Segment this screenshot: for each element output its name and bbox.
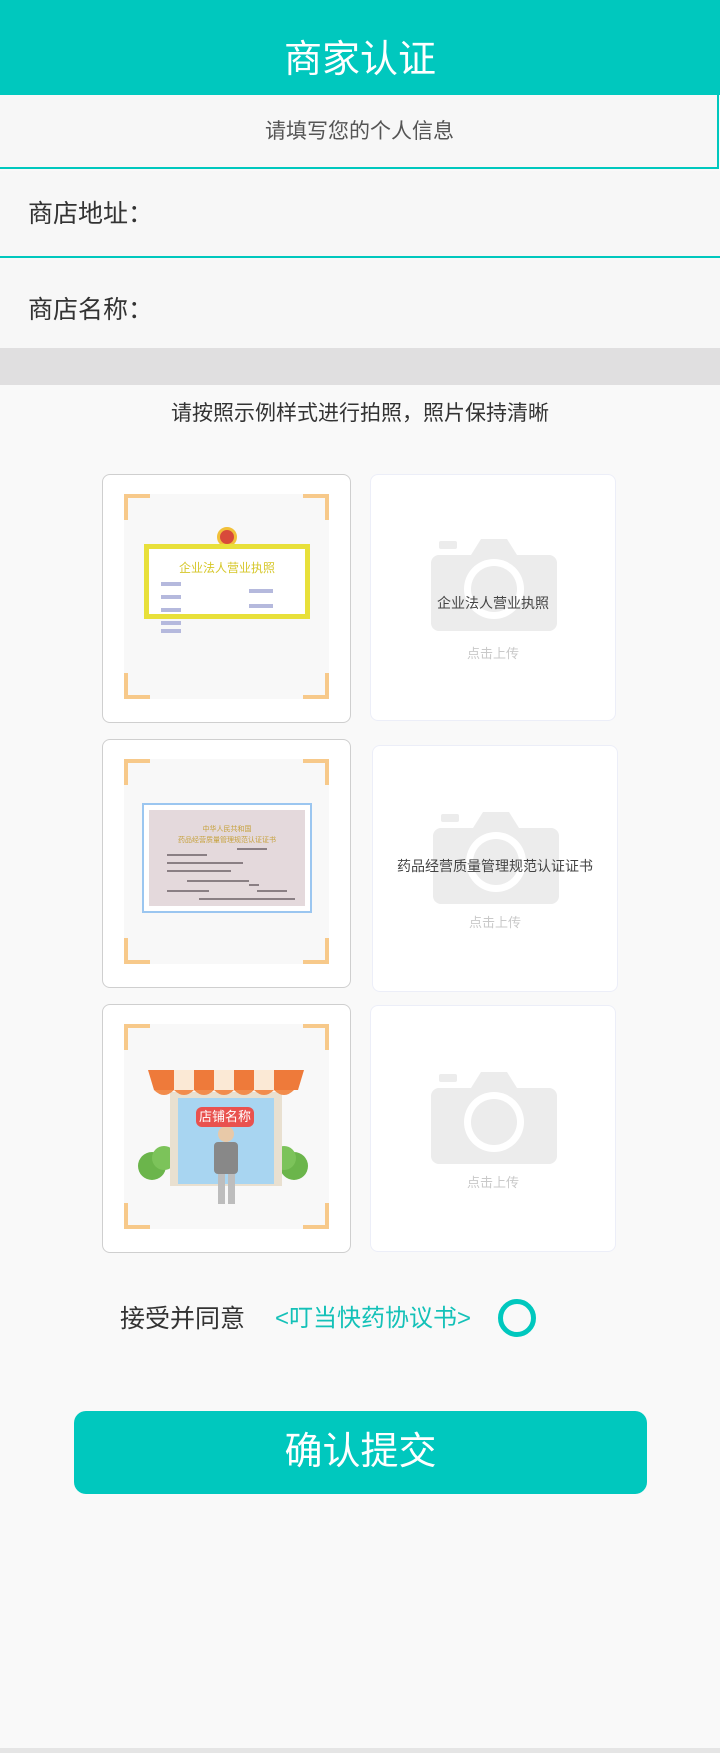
camera-icon <box>431 539 557 631</box>
name-label: 商店名称： <box>28 296 154 324</box>
address-field: 商店地址： <box>0 171 720 258</box>
sample-shop-image: 店铺名称 <box>124 1024 329 1229</box>
shop-sign: 店铺名称 <box>196 1107 255 1127</box>
submit-button[interactable]: 确认提交 <box>74 1411 647 1494</box>
cert-title: 药品经营质量管理规范认证证书 <box>178 837 276 844</box>
agreement-link[interactable]: <叮当快药协议书> <box>275 1302 471 1336</box>
address-label: 商店地址： <box>28 200 154 228</box>
subheader: 请填写您的个人信息 <box>0 95 719 169</box>
upload-hint: 点击上传 <box>466 646 519 661</box>
upload-hint: 点击上传 <box>466 1175 519 1190</box>
page-title: 商家认证 <box>283 39 436 81</box>
bottom-divider <box>0 1748 720 1753</box>
upload-caption: 企业法人营业执照 <box>437 595 549 611</box>
certificate: 中华人民共和国 药品经营质量管理规范认证证书 <box>142 803 312 913</box>
cert-country: 中华人民共和国 <box>202 826 252 833</box>
section-divider <box>0 348 720 385</box>
sample-gsp-card: 中华人民共和国 药品经营质量管理规范认证证书 <box>102 739 351 988</box>
shop-illustration <box>138 1070 308 1204</box>
license-board: 企业法人营业执照 <box>144 544 310 633</box>
camera-icon <box>431 1072 557 1164</box>
sample-license-image: 企业法人营业执照 <box>124 494 329 699</box>
upload-caption: 药品经营质量管理规范认证证书 <box>397 858 593 874</box>
header-bar: 商家认证 <box>0 0 720 95</box>
upload-hint: 点击上传 <box>468 915 521 930</box>
photo-instruction: 请按照示例样式进行拍照，照片保持清晰 <box>171 402 549 425</box>
address-input[interactable] <box>150 191 690 239</box>
upload-license-card[interactable]: 企业法人营业执照 点击上传 <box>370 474 616 721</box>
sample-gsp-image: 中华人民共和国 药品经营质量管理规范认证证书 <box>124 759 329 964</box>
upload-gsp-card[interactable]: 药品经营质量管理规范认证证书 点击上传 <box>372 745 618 992</box>
agreement-radio[interactable] <box>498 1299 536 1337</box>
name-field: 商店名称： <box>0 260 720 348</box>
license-sample-title: 企业法人营业执照 <box>178 561 275 575</box>
sample-shop-card: 店铺名称 <box>102 1004 351 1253</box>
upload-shop-card[interactable]: 点击上传 <box>370 1005 616 1252</box>
sample-license-card: 企业法人营业执照 <box>102 474 351 723</box>
subheader-text: 请填写您的个人信息 <box>265 120 454 143</box>
name-input[interactable] <box>150 280 690 328</box>
agreement-text: 接受并同意 <box>120 1305 246 1333</box>
